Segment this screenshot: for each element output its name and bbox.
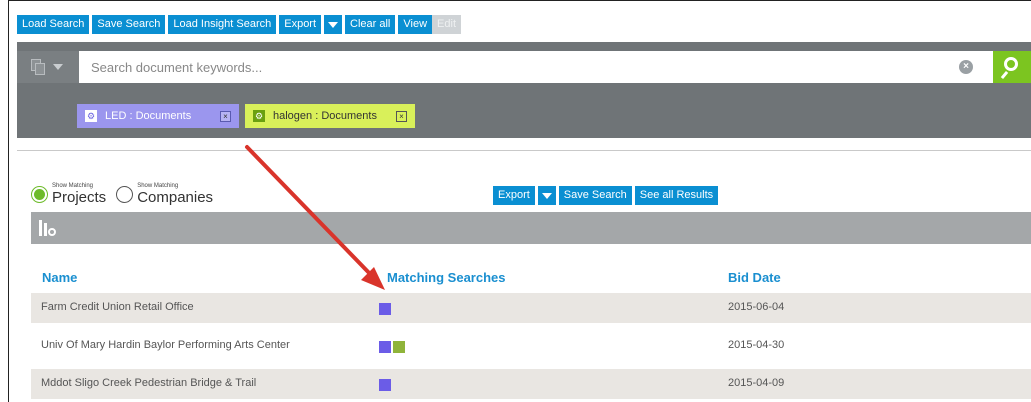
load-search-button[interactable]: Load Search xyxy=(17,15,90,34)
match-swatch-led xyxy=(379,303,391,315)
search-button[interactable] xyxy=(993,51,1031,83)
radio-selected-icon[interactable] xyxy=(31,185,48,203)
view-button[interactable]: View xyxy=(398,15,433,34)
project-name[interactable]: Farm Credit Union Retail Office xyxy=(41,301,194,313)
remove-chip-icon[interactable]: × xyxy=(220,110,231,122)
document-type-selector[interactable] xyxy=(17,51,79,83)
search-panel: × ⚙ LED : Documents × ⚙ halogen : Docume… xyxy=(17,42,1031,138)
table-row[interactable]: Farm Credit Union Retail Office 2015-06-… xyxy=(31,293,1031,323)
table-row[interactable]: Mddot Sligo Creek Pedestrian Bridge & Tr… xyxy=(31,369,1031,399)
match-swatch-led xyxy=(379,341,391,353)
column-header-bid-date[interactable]: Bid Date xyxy=(728,270,781,285)
column-header-name[interactable]: Name xyxy=(42,270,77,285)
column-header-matching-searches[interactable]: Matching Searches xyxy=(387,270,506,285)
result-type-toggle: Show Matching Projects Show Matching Com… xyxy=(31,183,223,205)
radio-label: Projects xyxy=(52,189,107,206)
column-settings-icon[interactable] xyxy=(39,220,57,238)
radio-unselected-icon[interactable] xyxy=(116,185,134,203)
documents-icon xyxy=(31,59,45,75)
results-export-button[interactable]: Export xyxy=(493,186,535,205)
project-name[interactable]: Mddot Sligo Creek Pedestrian Bridge & Tr… xyxy=(41,377,256,389)
app-frame: Load Search Save Search Load Insight Sea… xyxy=(8,0,1031,402)
chip-label: halogen : Documents xyxy=(273,110,377,122)
search-input[interactable] xyxy=(79,51,993,83)
results-toolbar: Export Save Search See all Results xyxy=(493,186,719,205)
bid-date: 2015-04-30 xyxy=(728,339,785,351)
table-row[interactable]: Univ Of Mary Hardin Baylor Performing Ar… xyxy=(31,331,1031,361)
table-options-bar xyxy=(31,212,1031,244)
load-insight-search-button[interactable]: Load Insight Search xyxy=(168,15,277,34)
show-companies-radio[interactable]: Show Matching Companies xyxy=(116,183,213,205)
clear-search-icon[interactable]: × xyxy=(959,60,973,74)
gear-icon[interactable]: ⚙ xyxy=(85,110,97,122)
match-swatch-led xyxy=(379,379,391,391)
search-icon xyxy=(1004,57,1018,71)
search-row: × xyxy=(17,51,1031,83)
see-all-results-button[interactable]: See all Results xyxy=(634,186,719,205)
results-save-search-button[interactable]: Save Search xyxy=(558,186,632,205)
matching-swatches xyxy=(379,303,391,315)
match-swatch-halogen xyxy=(393,341,405,353)
export-button[interactable]: Export xyxy=(279,15,322,34)
search-chip-led[interactable]: ⚙ LED : Documents × xyxy=(77,104,239,128)
bid-date: 2015-06-04 xyxy=(728,301,785,313)
clear-all-button[interactable]: Clear all xyxy=(345,15,396,34)
top-toolbar: Load Search Save Search Load Insight Sea… xyxy=(17,15,462,34)
chip-label: LED : Documents xyxy=(105,110,192,122)
divider xyxy=(17,150,1031,151)
export-dropdown-caret-icon[interactable] xyxy=(324,15,343,34)
search-chip-halogen[interactable]: ⚙ halogen : Documents × xyxy=(245,104,415,128)
save-search-button[interactable]: Save Search xyxy=(92,15,166,34)
chevron-down-icon xyxy=(53,64,63,70)
remove-chip-icon[interactable]: × xyxy=(396,110,407,122)
show-projects-radio[interactable]: Show Matching Projects xyxy=(31,183,106,205)
project-name[interactable]: Univ Of Mary Hardin Baylor Performing Ar… xyxy=(41,339,290,351)
search-chips: ⚙ LED : Documents × ⚙ halogen : Document… xyxy=(77,104,415,128)
radio-label: Companies xyxy=(137,189,214,206)
gear-icon[interactable]: ⚙ xyxy=(253,110,265,122)
matching-swatches xyxy=(379,341,405,353)
edit-button[interactable]: Edit xyxy=(432,15,462,34)
results-export-caret-icon[interactable] xyxy=(537,186,556,205)
matching-swatches xyxy=(379,379,391,391)
bid-date: 2015-04-09 xyxy=(728,377,785,389)
